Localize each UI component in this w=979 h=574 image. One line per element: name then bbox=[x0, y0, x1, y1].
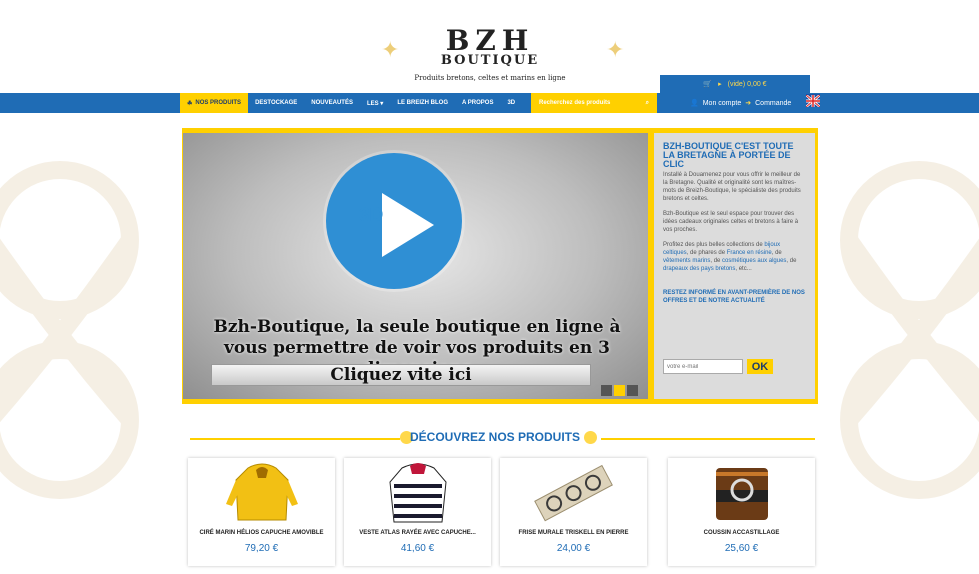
section-title: DÉCOUVREZ NOS PRODUITS bbox=[410, 430, 581, 444]
nav-a-propos[interactable]: A PROPOS bbox=[455, 93, 500, 113]
main-nav: ☘ NOS PRODUITS DESTOCKAGE NOUVEAUTÉS LES… bbox=[180, 93, 522, 113]
sidebar-title: BZH-BOUTIQUE C'EST TOUTE LA BRETAGNE À P… bbox=[663, 141, 794, 169]
hero-slider[interactable]: 3D Bzh-Boutique, la seule boutique en li… bbox=[183, 133, 648, 399]
account-link[interactable]: Mon compte bbox=[703, 100, 742, 107]
logo-tagline: Produits bretons, celtes et marins en li… bbox=[414, 74, 566, 82]
product-card[interactable]: COUSSIN ACCASTILLAGE 25,60 € bbox=[668, 458, 815, 566]
search-placeholder: Recherchez des produits bbox=[539, 100, 611, 106]
order-link[interactable]: Commande bbox=[755, 100, 791, 107]
slide-dot-active[interactable] bbox=[614, 385, 625, 396]
arrow-right-icon: ▸ bbox=[718, 81, 722, 88]
link-drapeaux[interactable]: drapeaux des pays bretons bbox=[663, 266, 735, 272]
product-price: 41,60 € bbox=[400, 543, 435, 554]
celtic-knot-right-decoration bbox=[840, 161, 979, 499]
cushion-icon bbox=[716, 468, 768, 520]
yellow-raincoat-icon bbox=[226, 463, 298, 521]
star-right-icon: ✦ bbox=[606, 37, 625, 62]
text: , de bbox=[771, 250, 782, 256]
product-name[interactable]: CIRÉ MARIN HÉLIOS CAPUCHE AMOVIBLE bbox=[188, 530, 335, 536]
nav-blog[interactable]: LE BREIZH BLOG bbox=[390, 93, 455, 113]
sidebar-paragraph-2: Bzh-Boutique est le seul espace pour tro… bbox=[663, 211, 799, 233]
menu-triskel-icon: ☘ bbox=[187, 100, 193, 107]
nav-3d[interactable]: 3D bbox=[500, 93, 522, 113]
striped-jacket-icon bbox=[389, 463, 447, 523]
celtic-knot-left-decoration bbox=[0, 161, 139, 499]
slide-dot[interactable] bbox=[601, 385, 612, 396]
link-phares[interactable]: France en résine bbox=[727, 250, 772, 256]
nav-nouveautes[interactable]: NOUVEAUTÉS bbox=[304, 93, 360, 113]
sidebar-paragraph-3: Profitez des plus belles collections de … bbox=[663, 241, 806, 273]
order-icon: ➜ bbox=[745, 100, 752, 107]
section-divider-right bbox=[601, 438, 815, 440]
play-3d-label: 3D bbox=[359, 205, 384, 226]
product-card[interactable]: FRISE MURALE TRISKELL EN PIERRE 24,00 € bbox=[500, 458, 647, 566]
product-name[interactable]: COUSSIN ACCASTILLAGE bbox=[668, 530, 815, 536]
newsletter-ok-button[interactable]: OK bbox=[747, 359, 773, 374]
text: , de bbox=[786, 258, 797, 264]
email-field[interactable] bbox=[663, 359, 743, 374]
hero-cta-button[interactable]: Cliquez vite ici bbox=[211, 364, 591, 386]
search-icon[interactable]: ⌕ bbox=[646, 100, 649, 107]
nav-label: NOS PRODUITS bbox=[195, 100, 242, 106]
product-price: 79,20 € bbox=[244, 543, 279, 554]
user-icon: 👤 bbox=[690, 100, 699, 107]
uk-flag-icon[interactable] bbox=[805, 94, 821, 108]
product-card[interactable]: VESTE ATLAS RAYÉE AVEC CAPUCHE... 41,60 … bbox=[344, 458, 491, 566]
cart-icon: 🛒 bbox=[703, 81, 713, 88]
site-logo[interactable]: BZH BOUTIQUE Produits bretons, celtes et… bbox=[380, 24, 600, 92]
newsletter-form: OK bbox=[663, 359, 773, 374]
cart-label: (vide) 0,00 € bbox=[727, 80, 767, 88]
text: , de bbox=[710, 258, 723, 264]
product-price: 25,60 € bbox=[724, 543, 759, 554]
section-divider-left bbox=[190, 438, 400, 440]
cart-button[interactable]: 🛒 ▸ (vide) 0,00 € bbox=[660, 75, 810, 93]
sidebar-paragraph-1: Installé à Douarnenez pour vous offrir l… bbox=[663, 172, 801, 202]
account-links: 👤 Mon compte ➜ Commande bbox=[690, 93, 791, 113]
nav-destockage[interactable]: DESTOCKAGE bbox=[248, 93, 304, 113]
newsletter-title: RESTEZ INFORMÉ EN AVANT-PREMIÈRE DE NOS … bbox=[663, 290, 805, 304]
link-cosmetiques[interactable]: cosmétiques aux algues bbox=[722, 258, 786, 264]
text: , etc... bbox=[735, 266, 752, 272]
product-card[interactable]: CIRÉ MARIN HÉLIOS CAPUCHE AMOVIBLE 79,20… bbox=[188, 458, 335, 566]
product-name[interactable]: FRISE MURALE TRISKELL EN PIERRE bbox=[500, 530, 647, 536]
text: Profitez des plus belles collections de bbox=[663, 242, 765, 248]
search-input[interactable]: Recherchez des produits ⌕ bbox=[531, 93, 657, 113]
slider-pagination bbox=[601, 385, 638, 396]
text: , de phares de bbox=[686, 250, 727, 256]
logo-subtitle: BOUTIQUE bbox=[440, 53, 540, 68]
intro-sidebar: BZH-BOUTIQUE C'EST TOUTE LA BRETAGNE À P… bbox=[654, 133, 815, 399]
stone-frieze-icon bbox=[534, 464, 613, 522]
product-name[interactable]: VESTE ATLAS RAYÉE AVEC CAPUCHE... bbox=[344, 530, 491, 536]
flower-icon bbox=[584, 431, 597, 444]
play-icon bbox=[382, 193, 434, 257]
nav-les-dropdown[interactable]: LES ▾ bbox=[360, 93, 390, 113]
slide-dot[interactable] bbox=[627, 385, 638, 396]
nav-nos-produits[interactable]: ☘ NOS PRODUITS bbox=[180, 93, 249, 113]
link-vetements[interactable]: vêtements marins bbox=[663, 258, 710, 264]
product-price: 24,00 € bbox=[556, 543, 591, 554]
logo-title: BZH bbox=[445, 24, 535, 57]
